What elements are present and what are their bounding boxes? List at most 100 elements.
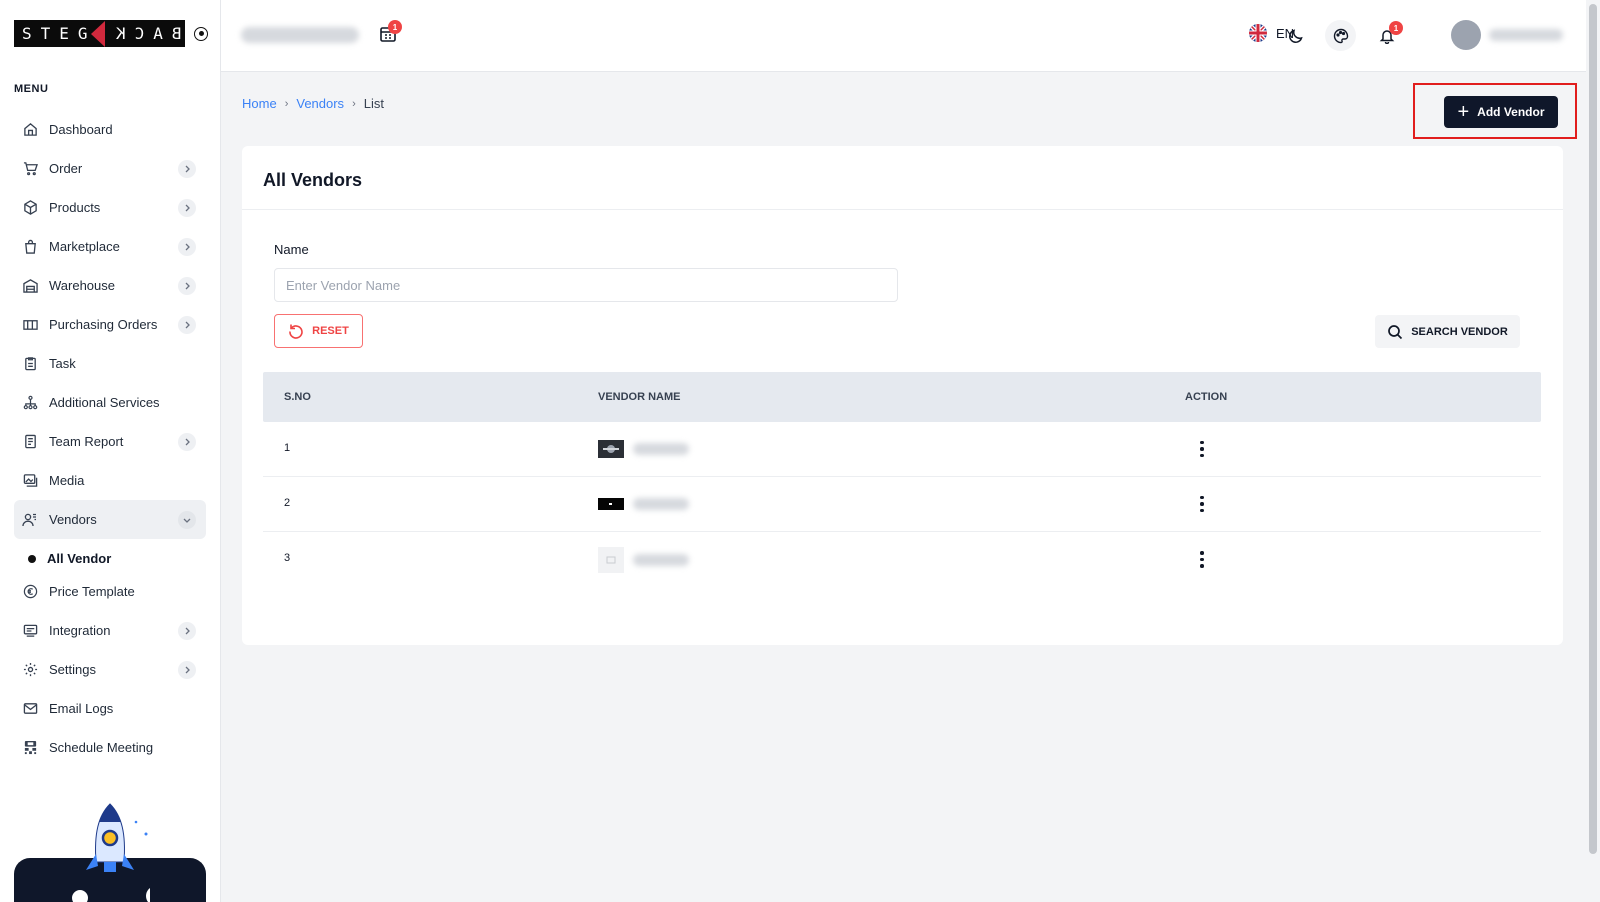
chevron-right-icon[interactable] [178,432,196,451]
sidebar-item-label: Purchasing Orders [49,317,158,332]
vendor-name-redacted[interactable] [633,443,690,455]
active-dot-icon [28,554,36,563]
logo-left-text: STEG [22,24,97,43]
chevron-right-icon[interactable] [178,660,196,679]
sidebar-item-warehouse[interactable]: Warehouse [14,266,206,305]
truck-icon [22,317,38,333]
company-name-redacted [241,27,359,43]
action-cell [1185,495,1541,513]
more-vertical-icon[interactable] [1199,551,1205,568]
sidebar-item-team-report[interactable]: Team Report [14,422,206,461]
sidebar-item-media[interactable]: Media [14,461,206,500]
sidebar-item-additional-services[interactable]: Additional Services [14,383,206,422]
sidebar-item-price-template[interactable]: Price Template [14,572,206,611]
palette-icon [1333,28,1348,43]
sidebar-item-schedule-meeting[interactable]: Schedule Meeting [14,728,206,767]
sidebar-item-integration[interactable]: Integration [14,611,206,650]
logo-arrow-icon [90,20,105,47]
chevron-right-icon[interactable] [178,198,196,217]
card-divider [242,209,1563,210]
search-icon [1388,324,1403,339]
table-row: 3 [263,532,1541,587]
sidebar-item-products[interactable]: Products [14,188,206,227]
vendor-cell [598,495,1185,513]
page-scrollbar[interactable] [1586,0,1600,902]
sidebar-item-marketplace[interactable]: Marketplace [14,227,206,266]
home-icon [22,122,38,138]
vendor-logo-thumbnail [598,498,624,510]
chevron-right-icon: › [352,97,356,110]
topbar: 1 EN 1 [221,0,1600,72]
add-vendor-button[interactable]: + Add Vendor [1444,96,1558,128]
notification-badge: 1 [1389,21,1403,35]
network-icon [22,395,38,411]
menu-title: MENU [14,83,49,95]
chevron-right-icon[interactable] [178,621,196,640]
username-redacted[interactable] [1489,29,1563,41]
sidebar-item-dashboard[interactable]: Dashboard [14,110,206,149]
sidebar-item-label: Order [49,161,83,176]
table-header: S.NO VENDOR NAME ACTION [263,372,1541,422]
theme-toggle-button[interactable] [1280,20,1311,51]
reset-button[interactable]: RESET [274,314,363,348]
palette-button[interactable] [1325,20,1356,51]
brand-logo[interactable]: STEG BACK [14,20,208,47]
integration-icon [22,623,38,639]
sidebar-item-email-logs[interactable]: Email Logs [14,689,206,728]
mail-icon [22,701,38,717]
notifications-button[interactable]: 1 [1371,20,1403,51]
breadcrumb: Home › Vendors › List [242,96,384,111]
sidebar-item-settings[interactable]: Settings [14,650,206,689]
header-sno: S.NO [284,391,311,403]
sidebar-toggle-icon[interactable] [194,26,208,41]
box-icon [22,200,38,216]
vendor-cell [598,546,1185,573]
avatar[interactable] [1451,20,1481,50]
vendor-logo-placeholder [598,546,624,573]
more-vertical-icon[interactable] [1199,440,1205,458]
vendor-name-redacted[interactable] [633,498,690,510]
report-icon [22,434,38,450]
sidebar-item-label: Settings [49,662,96,677]
warehouse-icon [22,278,38,294]
search-vendor-button[interactable]: SEARCH VENDOR [1375,315,1520,348]
logo-right-text: BACK [106,24,182,43]
sidebar-item-task[interactable]: Task [14,344,206,383]
chevron-right-icon: › [284,97,289,110]
chevron-right-icon[interactable] [178,315,196,334]
chevron-right-icon[interactable] [178,276,196,295]
search-vendor-label: SEARCH VENDOR [1411,325,1508,338]
scrollbar-thumb[interactable] [1589,4,1597,854]
sidebar-item-label: Vendors [49,512,97,527]
sidebar-item-purchasing-orders[interactable]: Purchasing Orders [14,305,206,344]
breadcrumb-home-link[interactable]: Home [242,96,277,111]
chevron-right-icon[interactable] [178,237,196,256]
moon-icon [1288,28,1303,43]
vendors-table: S.NO VENDOR NAME ACTION 1 2 3 [263,372,1541,587]
rocket-illustration [72,803,150,902]
row-sno: 2 [284,497,291,509]
header-action: ACTION [1185,391,1228,403]
action-cell [1185,551,1541,568]
chevron-down-icon[interactable] [178,510,196,529]
vendor-name-redacted[interactable] [633,553,690,566]
sidebar-item-label: Additional Services [49,395,160,410]
sidebar-item-label: Warehouse [49,278,115,293]
vendor-logo-thumbnail [598,440,624,458]
vendors-card: All Vendors Name RESET SEARCH VENDOR S.N… [242,146,1563,645]
calendar-button[interactable]: 1 [379,20,402,45]
vendor-cell [598,440,1185,458]
sidebar-item-vendors[interactable]: Vendors [14,500,206,539]
plus-icon: + [1457,101,1470,123]
sidebar-item-label: Products [49,200,101,215]
sidebar: STEG BACK MENU Dashboard Order Products … [0,0,221,902]
logo-wordmark: STEG BACK [14,20,185,47]
more-vertical-icon[interactable] [1199,495,1205,513]
shopping-bag-icon [22,239,38,255]
sidebar-item-label: Media [49,473,85,488]
sidebar-item-order[interactable]: Order [14,149,206,188]
chevron-right-icon[interactable] [178,159,196,178]
vendor-name-input[interactable] [274,268,898,302]
table-row: 2 [263,477,1541,532]
breadcrumb-vendors-link[interactable]: Vendors [296,96,344,111]
